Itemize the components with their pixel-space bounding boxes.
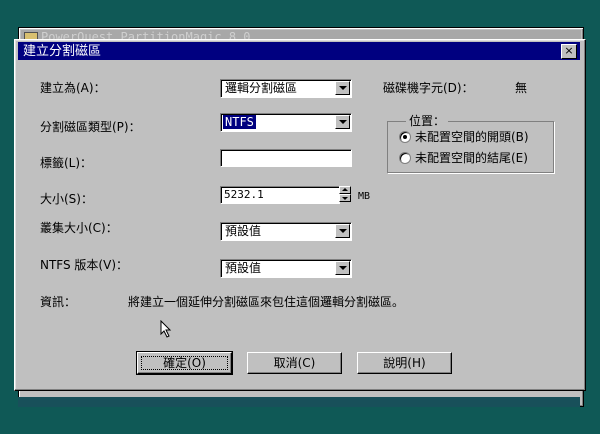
ntfs-version-label: NTFS 版本(V)： xyxy=(40,258,129,272)
arrow-down-icon xyxy=(342,197,348,200)
dialog-title: 建立分割磁區 xyxy=(23,44,102,59)
cluster-size-label: 叢集大小(C)： xyxy=(40,221,118,235)
volume-label-label: 標籤(L)： xyxy=(40,156,93,170)
spin-down-button[interactable] xyxy=(339,194,351,202)
info-label: 資訊： xyxy=(40,295,77,309)
size-spinner[interactable] xyxy=(339,186,351,202)
ntfs-version-value: 預設值 xyxy=(225,261,262,275)
help-button[interactable]: 說明(H) xyxy=(357,352,452,374)
cancel-button-label: 取消(C) xyxy=(273,356,316,370)
size-label: 大小(S)： xyxy=(40,192,93,206)
size-input[interactable]: 5232.1 xyxy=(220,186,340,204)
chevron-down-icon xyxy=(339,266,347,270)
cluster-size-value: 預設值 xyxy=(225,224,262,238)
radio-checked[interactable] xyxy=(399,131,411,143)
spin-up-button[interactable] xyxy=(339,186,351,194)
help-button-label: 說明(H) xyxy=(383,356,426,370)
close-button[interactable]: × xyxy=(561,44,577,59)
partition-type-label: 分割磁區類型(P)： xyxy=(40,120,141,134)
close-icon: × xyxy=(564,44,574,57)
background-window-edge xyxy=(18,397,580,407)
drive-letter-label: 磁碟機字元(D)： xyxy=(383,81,474,95)
size-unit: MB xyxy=(358,191,371,202)
create-as-dropdown-button[interactable] xyxy=(335,81,350,95)
mouse-cursor-icon xyxy=(160,320,172,338)
partition-type-value: NTFS xyxy=(223,115,256,129)
chevron-down-icon xyxy=(339,229,347,233)
ok-button[interactable]: 確定(O) xyxy=(136,351,233,375)
info-text: 將建立一個延伸分割磁區來包住這個邏輯分割磁區。 xyxy=(128,295,405,309)
create-partition-dialog: 建立分割磁區 × 建立為(A)： 邏輯分割磁區 磁碟機字元(D)： 無 分割磁區… xyxy=(14,39,586,391)
position-group: 位置： 未配置空間的開頭(B) 未配置空間的結尾(E) xyxy=(387,114,554,173)
create-as-label: 建立為(A)： xyxy=(40,81,106,95)
create-as-value: 邏輯分割磁區 xyxy=(225,81,298,95)
position-start-label: 未配置空間的開頭(B) xyxy=(415,130,529,144)
radio-unchecked[interactable] xyxy=(399,152,411,164)
position-end-label: 未配置空間的結尾(E) xyxy=(415,151,528,165)
position-legend: 位置： xyxy=(406,114,449,128)
dialog-titlebar[interactable]: 建立分割磁區 × xyxy=(18,42,580,60)
size-value: 5232.1 xyxy=(224,188,264,201)
ntfs-version-dropdown-button[interactable] xyxy=(335,261,350,275)
arrow-up-icon xyxy=(342,188,348,191)
chevron-down-icon xyxy=(339,120,347,124)
create-as-dropdown[interactable]: 邏輯分割磁區 xyxy=(220,79,352,98)
partition-type-dropdown-button[interactable] xyxy=(335,115,350,129)
chevron-down-icon xyxy=(339,86,347,90)
cluster-size-dropdown-button[interactable] xyxy=(335,224,350,238)
cluster-size-dropdown[interactable]: 預設值 xyxy=(220,222,352,241)
volume-label-input[interactable] xyxy=(220,149,352,167)
drive-letter-value: 無 xyxy=(515,81,528,95)
partition-type-dropdown[interactable]: NTFS xyxy=(220,113,352,132)
cancel-button[interactable]: 取消(C) xyxy=(247,352,342,374)
ok-button-label: 確定(O) xyxy=(163,356,206,370)
ntfs-version-dropdown[interactable]: 預設值 xyxy=(220,259,352,278)
